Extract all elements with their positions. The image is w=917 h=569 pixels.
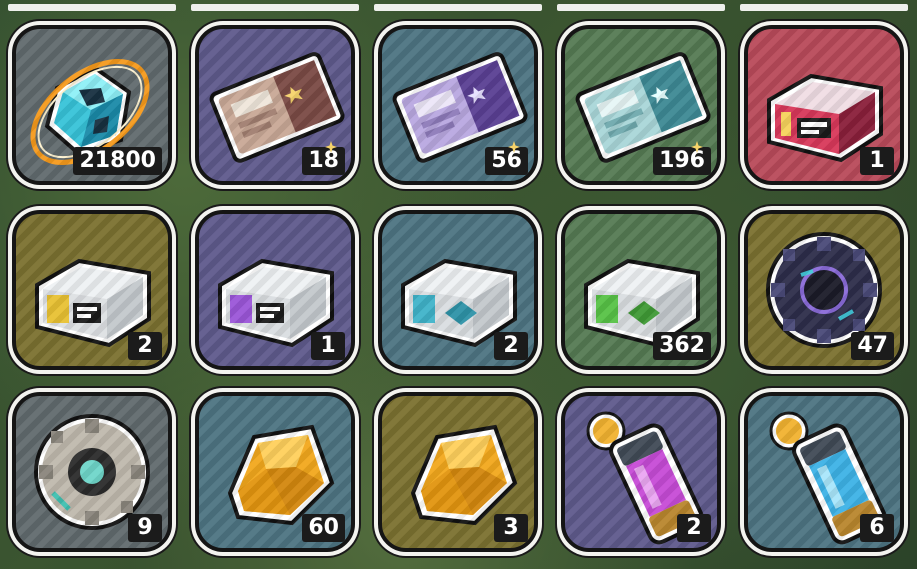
item-count: 362 [653,332,711,360]
sparkle-icon [691,141,703,153]
item-count: 18 [302,147,345,175]
sparkle-icon [325,141,337,153]
item-count: 3 [494,514,528,542]
inventory-slot[interactable]: 6 [744,392,904,552]
inventory-slot[interactable]: 196 [561,25,721,185]
inventory-slot[interactable]: 2 [378,210,538,370]
item-count: 60 [302,514,345,542]
inventory-slot[interactable]: 47 [744,210,904,370]
inventory-slot[interactable]: 1 [195,210,355,370]
item-count: 2 [494,332,528,360]
top-tab-indicator [8,4,176,11]
item-count: 21800 [73,147,162,175]
item-count: 47 [851,332,894,360]
top-tab-indicator [374,4,542,11]
item-count: 9 [128,514,162,542]
inventory-slot[interactable]: 56 [378,25,538,185]
item-count: 56 [485,147,528,175]
item-count: 2 [677,514,711,542]
inventory-slot[interactable]: 2 [12,210,172,370]
sparkle-icon [508,141,520,153]
item-count: 1 [860,147,894,175]
item-count: 1 [311,332,345,360]
inventory-slot[interactable]: 9 [12,392,172,552]
inventory-slot[interactable]: 1 [744,25,904,185]
inventory-slot[interactable]: 21800 [12,25,172,185]
inventory-slot[interactable]: 362 [561,210,721,370]
inventory-slot[interactable]: 2 [561,392,721,552]
inventory-slot[interactable]: 18 [195,25,355,185]
item-count: 2 [128,332,162,360]
item-count: 6 [860,514,894,542]
top-tab-indicator [191,4,359,11]
top-tab-indicator [557,4,725,11]
inventory-slot[interactable]: 60 [195,392,355,552]
top-tab-indicator [740,4,908,11]
inventory-slot[interactable]: 3 [378,392,538,552]
